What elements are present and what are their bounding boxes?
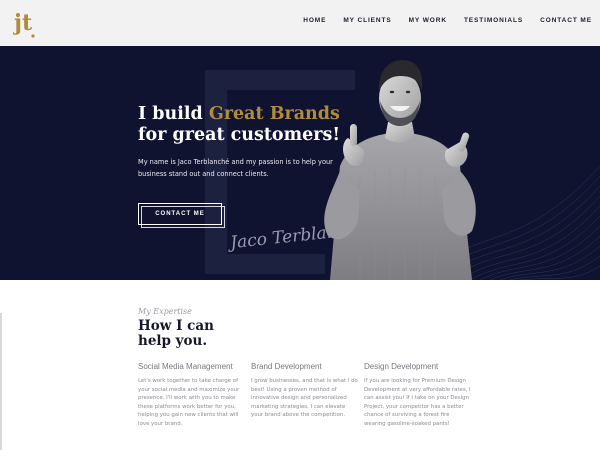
service-title: Brand Development bbox=[251, 362, 322, 371]
logo-dot bbox=[31, 34, 35, 38]
contact-me-button[interactable]: CONTACT ME bbox=[138, 203, 222, 225]
headline-pre: I build bbox=[138, 104, 209, 124]
nav-contact-me[interactable]: CONTACT ME bbox=[540, 17, 592, 24]
contact-cta-wrapper: CONTACT ME bbox=[138, 203, 225, 228]
service-text: I grow businesses, and that is what I do… bbox=[251, 378, 358, 419]
jt-logo[interactable]: jt bbox=[13, 9, 37, 39]
portrait-image bbox=[324, 60, 476, 280]
nav-home[interactable]: HOME bbox=[303, 17, 326, 24]
service-text: If you are looking for Premium Design De… bbox=[364, 378, 471, 427]
nav-my-clients[interactable]: MY CLIENTS bbox=[343, 17, 391, 24]
expertise-title: How I can help you. bbox=[138, 318, 214, 349]
nav-testimonials[interactable]: TESTIMONIALS bbox=[464, 17, 523, 24]
service-brand-development: Brand Development I grow businesses, and… bbox=[251, 362, 359, 420]
service-text: Let's work together to take charge of yo… bbox=[138, 378, 240, 427]
expertise-eyebrow: My Expertise bbox=[138, 307, 192, 316]
service-design-development: Design Development If you are looking fo… bbox=[364, 362, 472, 429]
main-nav: HOME MY CLIENTS MY WORK TESTIMONIALS CON… bbox=[286, 17, 592, 24]
service-title: Social Media Management bbox=[138, 362, 233, 371]
section-side-line bbox=[0, 313, 2, 450]
service-title: Design Development bbox=[364, 362, 439, 371]
logo-text: jt bbox=[13, 10, 33, 36]
service-social-media: Social Media Management Let's work toget… bbox=[138, 362, 246, 429]
nav-my-work[interactable]: MY WORK bbox=[409, 17, 447, 24]
hero-section: I build Great Brands for great customers… bbox=[0, 46, 600, 280]
site-header: jt HOME MY CLIENTS MY WORK TESTIMONIALS … bbox=[0, 0, 600, 46]
